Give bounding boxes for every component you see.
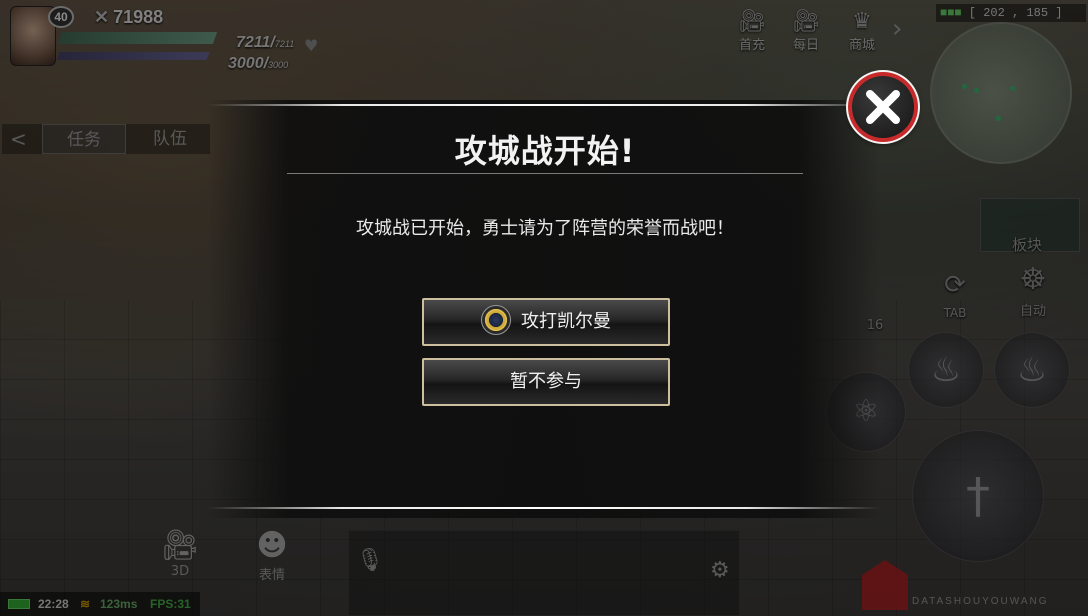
close-button[interactable]	[848, 72, 918, 142]
dialog-message: 攻城战已开始，勇士请为了阵营的荣誉而战吧！	[356, 218, 734, 239]
dialog-top-border	[208, 104, 880, 106]
dialog-bottom-border	[208, 507, 880, 509]
close-icon	[866, 90, 900, 124]
decline-label: 暂不参与	[510, 371, 582, 392]
dialog-title: 攻城战开始!	[454, 132, 636, 170]
attack-kelman-button[interactable]: 攻打凯尔曼	[422, 298, 670, 346]
decline-button[interactable]: 暂不参与	[422, 358, 670, 406]
attack-kelman-label: 攻打凯尔曼	[521, 311, 611, 332]
title-divider	[287, 173, 803, 174]
close-button-face	[852, 76, 914, 138]
faction-emblem-icon	[481, 305, 511, 335]
